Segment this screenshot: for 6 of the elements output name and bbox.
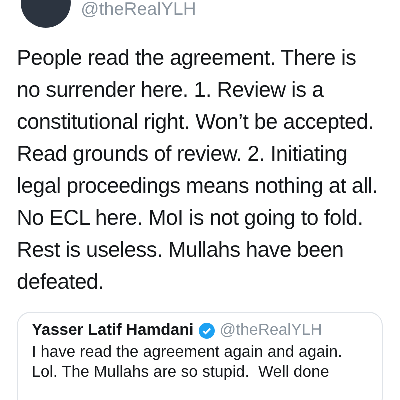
quoted-tweet-card[interactable]: Yasser Latif Hamdani @theRealYLH I have read the agreement again and again. Lol. The Mullahs are so stupid. Well done bbox=[17, 312, 383, 400]
quoted-author-name: Yasser Latif Hamdani bbox=[32, 322, 194, 340]
user-handle: @theRealYLH bbox=[81, 0, 196, 18]
quoted-author-handle: @theRealYLH bbox=[220, 322, 322, 340]
tweet-text: People read the agreement. There is no surrender here. 1. Review is a constitutional right. Won’t be accepted. Read grounds of review. 2. Initiating legal proceedings means nothing at all. No ECL here. MoI is not going to fold. Rest is useless. Mullahs have been defeated. bbox=[17, 45, 380, 296]
quoted-tweet-text: I have read the agreement again and again. Lol. The Mullahs are so stupid. Well done bbox=[32, 343, 344, 383]
